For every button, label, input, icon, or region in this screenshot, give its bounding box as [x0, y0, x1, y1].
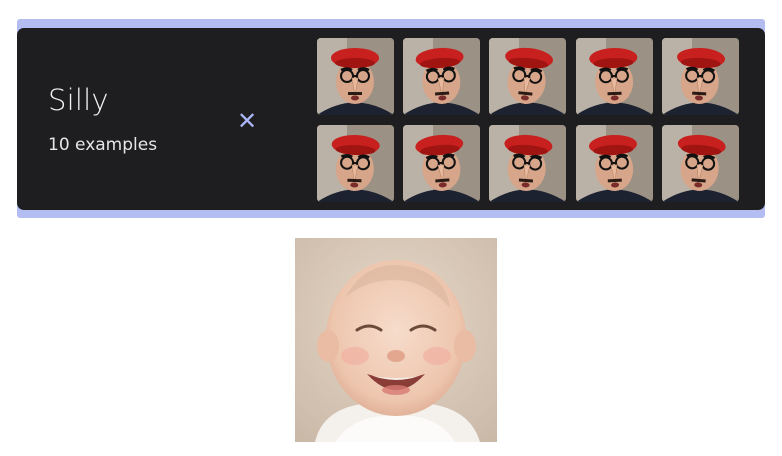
- group-title: Silly: [48, 83, 109, 117]
- laughing-baby-photo: [295, 238, 497, 442]
- thumbnail-silly-2[interactable]: [403, 38, 480, 115]
- thumbnail-silly-8[interactable]: [489, 125, 566, 202]
- thumbnail-silly-5[interactable]: [662, 38, 739, 115]
- example-count: 10 examples: [48, 135, 158, 155]
- thumbnail-silly-7[interactable]: [403, 125, 480, 202]
- thumbnail-silly-10[interactable]: [662, 125, 739, 202]
- example-thumbnail-grid: [317, 38, 739, 202]
- close-icon[interactable]: ✕: [232, 106, 262, 136]
- thumbnail-silly-3[interactable]: [489, 38, 566, 115]
- thumbnail-silly-9[interactable]: [576, 125, 653, 202]
- thumbnail-silly-4[interactable]: [576, 38, 653, 115]
- thumbnail-silly-1[interactable]: [317, 38, 394, 115]
- thumbnail-silly-6[interactable]: [317, 125, 394, 202]
